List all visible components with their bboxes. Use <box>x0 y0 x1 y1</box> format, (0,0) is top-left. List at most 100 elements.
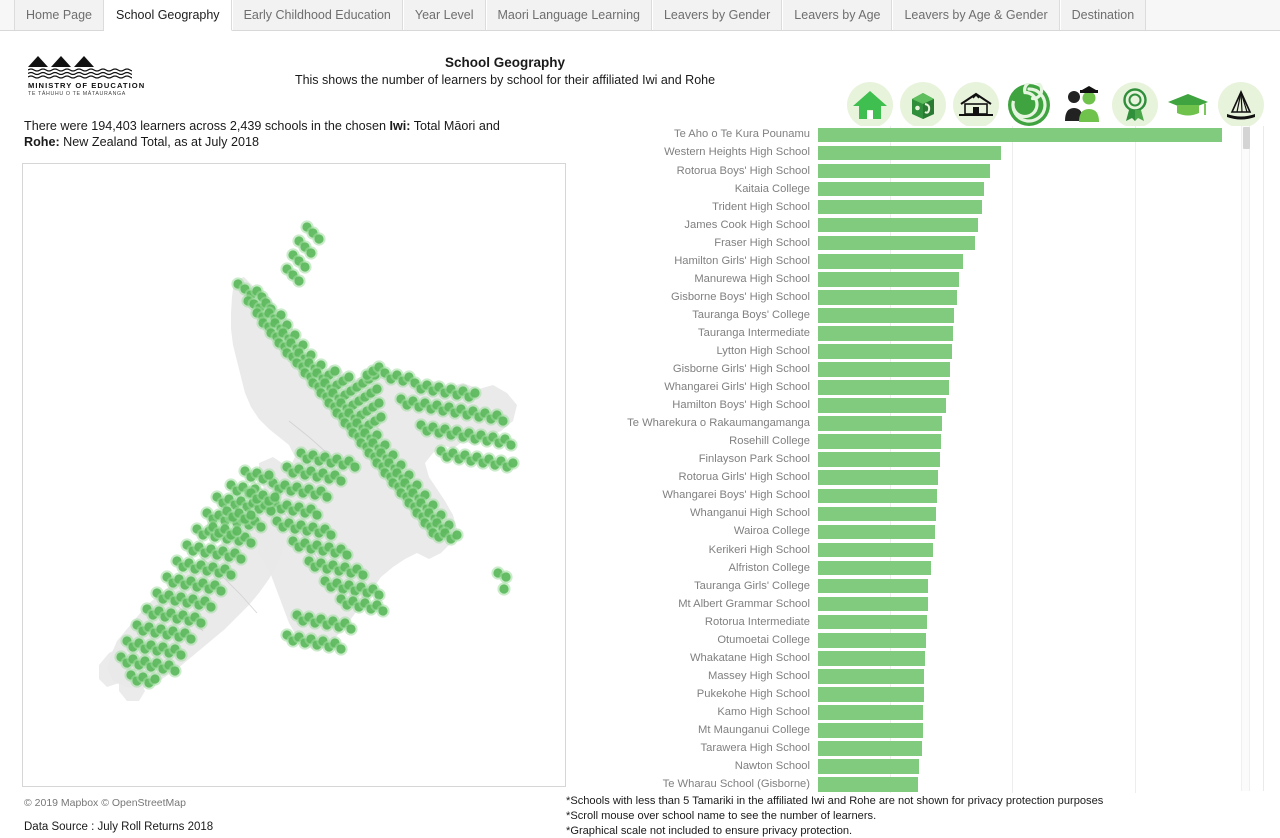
bar-fill[interactable] <box>818 614 927 630</box>
bar-fill[interactable] <box>818 759 919 774</box>
bar-fill[interactable] <box>818 308 954 323</box>
bar-label[interactable]: Te Wharekura o Rakaumangamanga <box>566 418 818 429</box>
bar-label[interactable]: Alfriston College <box>566 563 818 574</box>
bar-fill[interactable] <box>818 290 957 305</box>
bar-row[interactable]: Whangarei Girls' High School <box>566 379 1248 397</box>
bar-row[interactable]: Rosehill College <box>566 433 1248 451</box>
tab-leavers-by-age[interactable]: Leavers by Age <box>782 0 893 30</box>
bar-fill[interactable] <box>818 542 933 558</box>
school-location-dot[interactable] <box>376 412 386 422</box>
school-location-dot[interactable] <box>344 372 354 382</box>
school-location-dot[interactable] <box>470 388 480 398</box>
bar-row[interactable]: Fraser High School <box>566 234 1248 252</box>
school-location-dot[interactable] <box>498 416 508 426</box>
bar-row[interactable]: Wairoa College <box>566 523 1248 541</box>
bar-label[interactable]: Pukekohe High School <box>566 689 818 700</box>
bar-fill[interactable] <box>818 632 926 648</box>
bar-label[interactable]: Finlayson Park School <box>566 454 818 465</box>
school-location-dot[interactable] <box>186 634 196 644</box>
bar-label[interactable]: Whangarei Girls' High School <box>566 382 818 393</box>
bar-row[interactable]: Trident High School <box>566 198 1248 216</box>
bar-row[interactable]: Te Wharau School (Gisborne) <box>566 776 1248 793</box>
tab-leavers-by-age-gender[interactable]: Leavers by Age & Gender <box>892 0 1060 30</box>
school-location-dot[interactable] <box>346 624 356 634</box>
school-location-dot[interactable] <box>246 510 256 520</box>
bar-fill[interactable] <box>818 506 936 522</box>
bar-row[interactable]: Kerikeri High School <box>566 541 1248 559</box>
school-location-dot[interactable] <box>176 650 186 660</box>
bar-label[interactable]: Mt Albert Grammar School <box>566 599 818 610</box>
bar-label[interactable]: James Cook High School <box>566 220 818 231</box>
school-location-dot[interactable] <box>300 262 310 272</box>
bar-row[interactable]: Rotorua Intermediate <box>566 613 1248 631</box>
bar-row[interactable]: Mt Maunganui College <box>566 722 1248 740</box>
school-location-dot[interactable] <box>374 398 384 408</box>
bar-label[interactable]: Rosehill College <box>566 436 818 447</box>
bar-row[interactable]: Mt Albert Grammar School <box>566 595 1248 613</box>
bar-label[interactable]: Kaitaia College <box>566 184 818 195</box>
tab-early-childhood-education[interactable]: Early Childhood Education <box>231 0 403 30</box>
bar-row[interactable]: Hamilton Boys' High School <box>566 397 1248 415</box>
bar-fill[interactable] <box>818 650 925 666</box>
bar-fill[interactable] <box>818 127 1222 143</box>
bar-fill[interactable] <box>818 434 941 449</box>
bar-label[interactable]: Trident High School <box>566 202 818 213</box>
bar-row[interactable]: Tarawera High School <box>566 740 1248 758</box>
tab-home-page[interactable]: Home Page <box>14 0 105 30</box>
school-location-dot[interactable] <box>330 366 340 376</box>
school-location-dot[interactable] <box>372 384 382 394</box>
bar-row[interactable]: Gisborne Girls' High School <box>566 361 1248 379</box>
school-location-dot[interactable] <box>499 584 509 594</box>
bar-label[interactable]: Mt Maunganui College <box>566 725 818 736</box>
bar-row[interactable]: Te Wharekura o Rakaumangamanga <box>566 415 1248 433</box>
school-location-dot[interactable] <box>226 570 236 580</box>
bar-fill[interactable] <box>818 687 924 702</box>
school-location-dot[interactable] <box>452 530 462 540</box>
bar-label[interactable]: Lytton High School <box>566 346 818 357</box>
bar-row[interactable]: Te Aho o Te Kura Pounamu <box>566 126 1248 144</box>
tab-leavers-by-gender[interactable]: Leavers by Gender <box>651 0 783 30</box>
bar-fill[interactable] <box>818 578 928 594</box>
bar-label[interactable]: Kamo High School <box>566 707 818 718</box>
bar-fill[interactable] <box>818 560 931 576</box>
bar-fill[interactable] <box>818 326 953 341</box>
school-location-dot[interactable] <box>246 538 256 548</box>
bar-row[interactable]: Gisborne Boys' High School <box>566 288 1248 306</box>
bar-label[interactable]: Hamilton Girls' High School <box>566 256 818 267</box>
school-location-dot[interactable] <box>326 530 336 540</box>
bar-fill[interactable] <box>818 705 923 720</box>
bar-row[interactable]: Kaitaia College <box>566 180 1248 198</box>
bar-fill[interactable] <box>818 669 924 684</box>
bar-label[interactable]: Hamilton Boys' High School <box>566 400 818 411</box>
school-location-dot[interactable] <box>378 606 388 616</box>
school-location-dot[interactable] <box>358 570 368 580</box>
bar-fill[interactable] <box>818 235 975 251</box>
bar-label[interactable]: Otumoetai College <box>566 635 818 646</box>
school-location-dot[interactable] <box>314 234 324 244</box>
school-location-dot[interactable] <box>170 666 180 676</box>
bar-row[interactable]: Tauranga Girls' College <box>566 577 1248 595</box>
bar-row[interactable]: Whanganui High School <box>566 505 1248 523</box>
school-location-dot[interactable] <box>501 572 511 582</box>
bar-fill[interactable] <box>818 181 984 197</box>
school-location-dot[interactable] <box>266 506 276 516</box>
tab-school-geography[interactable]: School Geography <box>104 0 232 31</box>
bar-row[interactable]: Tauranga Boys' College <box>566 306 1248 324</box>
school-location-dot[interactable] <box>216 586 226 596</box>
bar-row[interactable]: James Cook High School <box>566 216 1248 234</box>
bar-fill[interactable] <box>818 488 937 504</box>
bar-row[interactable]: Rotorua Boys' High School <box>566 162 1248 180</box>
bar-fill[interactable] <box>818 145 1001 161</box>
bar-row[interactable]: Massey High School <box>566 667 1248 685</box>
bar-label[interactable]: Tauranga Boys' College <box>566 310 818 321</box>
bar-label[interactable]: Kerikeri High School <box>566 545 818 556</box>
school-location-dot[interactable] <box>322 492 332 502</box>
school-location-dot[interactable] <box>506 440 516 450</box>
school-location-dot[interactable] <box>270 492 280 502</box>
chart-scrollbar-thumb[interactable] <box>1243 127 1250 149</box>
school-location-dot[interactable] <box>196 618 206 628</box>
bar-row[interactable]: Western Heights High School <box>566 144 1248 162</box>
bar-label[interactable]: Nawton School <box>566 761 818 772</box>
bar-fill[interactable] <box>818 777 918 792</box>
bar-label[interactable]: Massey High School <box>566 671 818 682</box>
